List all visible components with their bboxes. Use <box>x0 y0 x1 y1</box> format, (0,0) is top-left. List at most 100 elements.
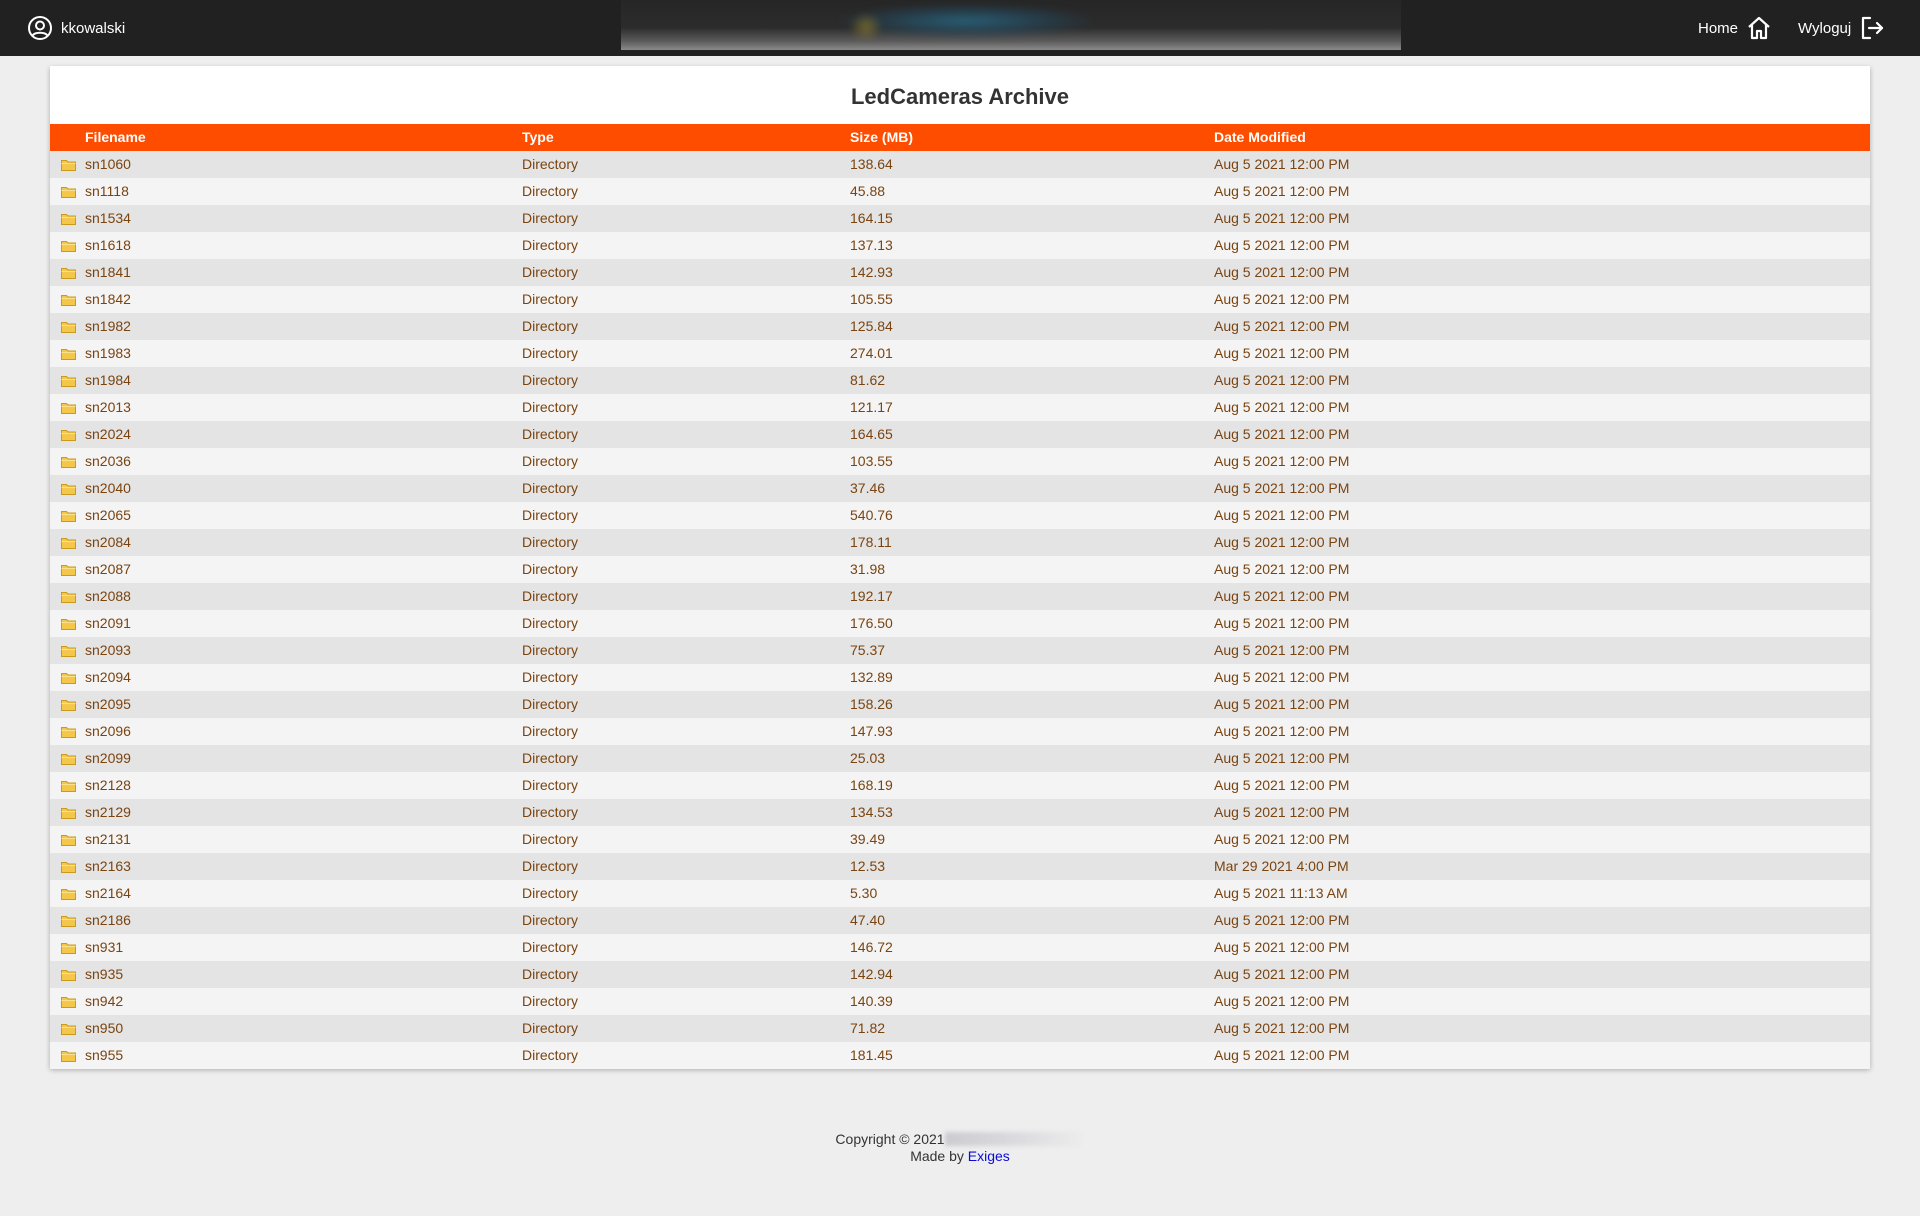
table-row[interactable]: sn1982 Directory 125.84 Aug 5 2021 12:00 PM <box>50 313 1870 340</box>
cell-size: 158.26 <box>850 696 893 712</box>
cell-filename[interactable]: sn1534 <box>85 205 131 232</box>
cell-size: 146.72 <box>850 939 893 955</box>
cell-filename[interactable]: sn1984 <box>85 367 131 394</box>
cell-filename[interactable]: sn2087 <box>85 556 131 583</box>
cell-filename[interactable]: sn2099 <box>85 745 131 772</box>
column-header-date-modified[interactable]: Date Modified <box>1214 124 1306 151</box>
cell-filename[interactable]: sn931 <box>85 934 123 961</box>
table-row[interactable]: sn931 Directory 146.72 Aug 5 2021 12:00 PM <box>50 934 1870 961</box>
table-row[interactable]: sn1842 Directory 105.55 Aug 5 2021 12:00 PM <box>50 286 1870 313</box>
table-row[interactable]: sn1983 Directory 274.01 Aug 5 2021 12:00 PM <box>50 340 1870 367</box>
column-header-size[interactable]: Size (MB) <box>850 124 913 151</box>
table-row[interactable]: sn2096 Directory 147.93 Aug 5 2021 12:00 PM <box>50 718 1870 745</box>
cell-filename[interactable]: sn2036 <box>85 448 131 475</box>
cell-filename[interactable]: sn2065 <box>85 502 131 529</box>
table-row[interactable]: sn2129 Directory 134.53 Aug 5 2021 12:00 PM <box>50 799 1870 826</box>
table-row[interactable]: sn2036 Directory 103.55 Aug 5 2021 12:00 PM <box>50 448 1870 475</box>
table-row[interactable]: sn2013 Directory 121.17 Aug 5 2021 12:00 PM <box>50 394 1870 421</box>
table-row[interactable]: sn2088 Directory 192.17 Aug 5 2021 12:00 PM <box>50 583 1870 610</box>
cell-filename[interactable]: sn2040 <box>85 475 131 502</box>
cell-type: Directory <box>522 453 579 469</box>
footer: Copyright © 2021 Made by Exiges <box>0 1131 1920 1165</box>
logout-link[interactable]: Wyloguj <box>1798 14 1885 42</box>
cell-filename[interactable]: sn2186 <box>85 907 131 934</box>
cell-filename[interactable]: sn2088 <box>85 583 131 610</box>
cell-filename[interactable]: sn2096 <box>85 718 131 745</box>
table-row[interactable]: sn2131 Directory 39.49 Aug 5 2021 12:00 PM <box>50 826 1870 853</box>
table-row[interactable]: sn1984 Directory 81.62 Aug 5 2021 12:00 PM <box>50 367 1870 394</box>
cell-filename[interactable]: sn1060 <box>85 151 131 178</box>
table-row[interactable]: sn950 Directory 71.82 Aug 5 2021 12:00 PM <box>50 1015 1870 1042</box>
cell-filename[interactable]: sn2095 <box>85 691 131 718</box>
table-row[interactable]: sn1841 Directory 142.93 Aug 5 2021 12:00 PM <box>50 259 1870 286</box>
cell-filename[interactable]: sn2131 <box>85 826 131 853</box>
table-row[interactable]: sn2040 Directory 37.46 Aug 5 2021 12:00 PM <box>50 475 1870 502</box>
logout-icon <box>1851 15 1885 41</box>
cell-filename[interactable]: sn935 <box>85 961 123 988</box>
cell-type: Directory <box>522 777 579 793</box>
cell-filename[interactable]: sn955 <box>85 1042 123 1069</box>
cell-filename[interactable]: sn2013 <box>85 394 131 421</box>
cell-size: 168.19 <box>850 777 893 793</box>
cell-filename[interactable]: sn2024 <box>85 421 131 448</box>
table-row[interactable]: sn2099 Directory 25.03 Aug 5 2021 12:00 PM <box>50 745 1870 772</box>
cell-filename[interactable]: sn2129 <box>85 799 131 826</box>
table-row[interactable]: sn935 Directory 142.94 Aug 5 2021 12:00 PM <box>50 961 1870 988</box>
cell-filename[interactable]: sn2163 <box>85 853 131 880</box>
cell-filename[interactable]: sn2128 <box>85 772 131 799</box>
cell-filename[interactable]: sn2084 <box>85 529 131 556</box>
cell-filename[interactable]: sn1983 <box>85 340 131 367</box>
table-row[interactable]: sn2091 Directory 176.50 Aug 5 2021 12:00 PM <box>50 610 1870 637</box>
cell-filename[interactable]: sn2091 <box>85 610 131 637</box>
column-header-filename[interactable]: Filename <box>85 124 146 151</box>
table-row[interactable]: sn2084 Directory 178.11 Aug 5 2021 12:00 PM <box>50 529 1870 556</box>
table-row[interactable]: sn1534 Directory 164.15 Aug 5 2021 12:00 PM <box>50 205 1870 232</box>
folder-icon <box>61 888 76 900</box>
folder-icon <box>61 645 76 657</box>
cell-type: Directory <box>522 399 579 415</box>
cell-filename[interactable]: sn1118 <box>85 178 129 205</box>
folder-icon <box>61 942 76 954</box>
table-row[interactable]: sn2094 Directory 132.89 Aug 5 2021 12:00 PM <box>50 664 1870 691</box>
table-row[interactable]: sn955 Directory 181.45 Aug 5 2021 12:00 PM <box>50 1042 1870 1069</box>
cell-date-modified: Aug 5 2021 12:00 PM <box>1214 156 1350 172</box>
home-link[interactable]: Home <box>1698 14 1772 42</box>
cell-size: 47.40 <box>850 912 886 928</box>
cell-filename[interactable]: sn1841 <box>85 259 131 286</box>
cell-filename[interactable]: sn2094 <box>85 664 131 691</box>
cell-filename[interactable]: sn1618 <box>85 232 131 259</box>
cell-filename[interactable]: sn1842 <box>85 286 131 313</box>
table-row[interactable]: sn2024 Directory 164.65 Aug 5 2021 12:00 PM <box>50 421 1870 448</box>
cell-date-modified: Aug 5 2021 12:00 PM <box>1214 642 1350 658</box>
table-row[interactable]: sn2095 Directory 158.26 Aug 5 2021 12:00 PM <box>50 691 1870 718</box>
table-row[interactable]: sn1060 Directory 138.64 Aug 5 2021 12:00 PM <box>50 151 1870 178</box>
cell-filename[interactable]: sn950 <box>85 1015 123 1042</box>
table-row[interactable]: sn2093 Directory 75.37 Aug 5 2021 12:00 PM <box>50 637 1870 664</box>
exiges-link[interactable]: Exiges <box>968 1148 1010 1164</box>
cell-filename[interactable]: sn2093 <box>85 637 131 664</box>
table-row[interactable]: sn2164 Directory 5.30 Aug 5 2021 11:13 AM <box>50 880 1870 907</box>
cell-size: 138.64 <box>850 156 893 172</box>
cell-size: 137.13 <box>850 237 893 253</box>
table-row[interactable]: sn1118 Directory 45.88 Aug 5 2021 12:00 PM <box>50 178 1870 205</box>
cell-type: Directory <box>522 831 579 847</box>
cell-size: 12.53 <box>850 858 886 874</box>
cell-filename[interactable]: sn2164 <box>85 880 131 907</box>
table-row[interactable]: sn2065 Directory 540.76 Aug 5 2021 12:00 PM <box>50 502 1870 529</box>
column-header-type[interactable]: Type <box>522 124 554 151</box>
cell-type: Directory <box>522 804 579 820</box>
table-row[interactable]: sn2186 Directory 47.40 Aug 5 2021 12:00 PM <box>50 907 1870 934</box>
table-row[interactable]: sn942 Directory 140.39 Aug 5 2021 12:00 PM <box>50 988 1870 1015</box>
cell-type: Directory <box>522 750 579 766</box>
cell-size: 71.82 <box>850 1020 886 1036</box>
table-row[interactable]: sn1618 Directory 137.13 Aug 5 2021 12:00 PM <box>50 232 1870 259</box>
cell-date-modified: Aug 5 2021 12:00 PM <box>1214 210 1350 226</box>
cell-filename[interactable]: sn1982 <box>85 313 131 340</box>
table-row[interactable]: sn2163 Directory 12.53 Mar 29 2021 4:00 PM <box>50 853 1870 880</box>
folder-icon <box>61 483 76 495</box>
redacted-company-name <box>944 1132 1085 1146</box>
table-row[interactable]: sn2087 Directory 31.98 Aug 5 2021 12:00 PM <box>50 556 1870 583</box>
cell-filename[interactable]: sn942 <box>85 988 123 1015</box>
table-row[interactable]: sn2128 Directory 168.19 Aug 5 2021 12:00 PM <box>50 772 1870 799</box>
cell-size: 75.37 <box>850 642 886 658</box>
